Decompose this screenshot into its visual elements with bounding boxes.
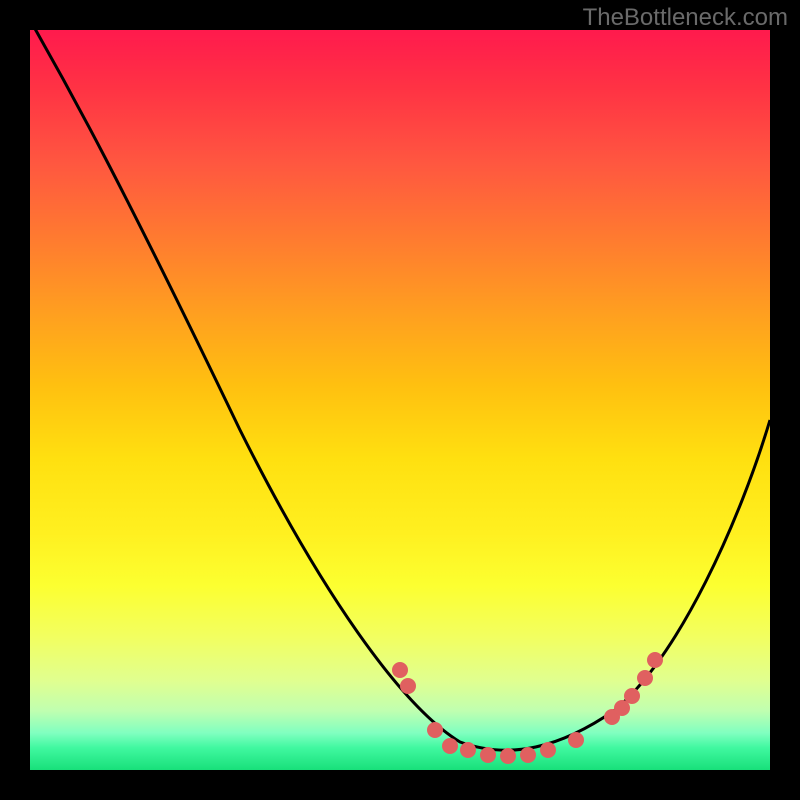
data-marker [392,662,408,678]
chart-area [30,30,770,770]
data-marker [624,688,640,704]
data-markers-group [392,652,663,764]
data-marker [500,748,516,764]
bottleneck-curve-path [30,30,770,750]
data-marker [400,678,416,694]
data-marker [637,670,653,686]
watermark-text: TheBottleneck.com [583,4,788,32]
data-marker [520,747,536,763]
data-marker [647,652,663,668]
bottleneck-curve-svg [30,30,770,770]
data-marker [568,732,584,748]
data-marker [480,747,496,763]
data-marker [427,722,443,738]
data-marker [460,742,476,758]
data-marker [442,738,458,754]
data-marker [540,742,556,758]
